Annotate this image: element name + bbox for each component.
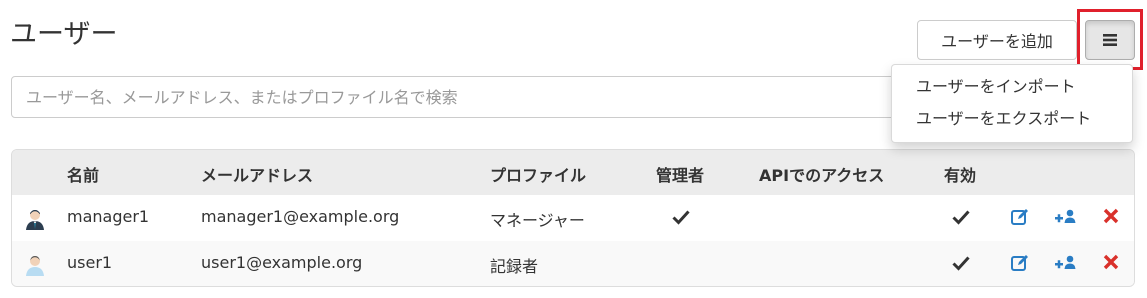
column-header-profile[interactable]: プロファイル [490,162,586,186]
actions-dropdown-menu: ユーザーをインポート ユーザーをエクスポート [891,64,1133,143]
column-header-email[interactable]: メールアドレス [201,162,313,186]
user-name[interactable]: user1 [67,253,112,272]
delete-icon[interactable] [1102,253,1124,275]
import-users-menu-item[interactable]: ユーザーをインポート [892,71,1132,103]
add-user-button[interactable]: ユーザーを追加 [917,20,1077,60]
add-to-group-icon[interactable] [1054,253,1076,275]
manager-avatar-icon [24,208,46,230]
users-table: 名前 メールアドレス プロファイル 管理者 APIでのアクセス 有効 manag… [11,149,1135,287]
user-profile: 記録者 [490,257,539,276]
user-avatar-icon [24,254,46,276]
user-email: user1@example.org [201,253,363,272]
user-email: manager1@example.org [201,207,400,226]
edit-icon[interactable] [1010,207,1032,229]
table-row: user1 user1@example.org 記録者 [12,241,1134,286]
enabled-checkmark-icon [952,208,974,230]
column-header-enabled[interactable]: 有効 [944,162,976,186]
table-row: manager1 manager1@example.org マネージャー [12,195,1134,241]
add-to-group-icon[interactable] [1054,207,1076,229]
highlight-box [1077,9,1143,70]
user-profile: マネージャー [490,211,585,230]
column-header-api-access[interactable]: APIでのアクセス [759,162,884,186]
export-users-menu-item[interactable]: ユーザーをエクスポート [892,103,1132,135]
delete-icon[interactable] [1102,207,1124,229]
column-header-name[interactable]: 名前 [67,162,99,186]
table-header: 名前 メールアドレス プロファイル 管理者 APIでのアクセス 有効 [12,150,1134,195]
enabled-checkmark-icon [952,254,974,276]
admin-checkmark-icon [672,208,694,230]
user-name[interactable]: manager1 [67,207,149,226]
column-header-admin[interactable]: 管理者 [656,162,704,186]
edit-icon[interactable] [1010,253,1032,275]
page-title: ユーザー [10,19,118,50]
